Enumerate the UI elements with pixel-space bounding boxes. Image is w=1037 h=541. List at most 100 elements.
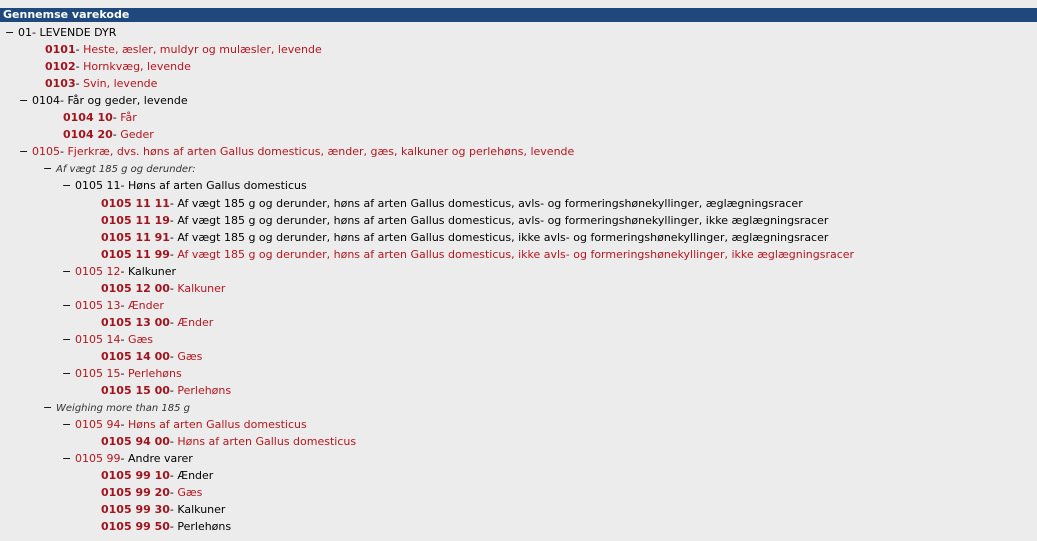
collapse-toggle-icon[interactable]: − xyxy=(62,416,75,433)
collapse-toggle-icon[interactable]: − xyxy=(43,160,56,177)
commodity-description[interactable]: Ænder xyxy=(128,299,164,312)
collapse-toggle-icon[interactable]: − xyxy=(62,263,75,280)
commodity-code[interactable]: 0105 15 xyxy=(75,367,121,380)
tree-leaf-row[interactable]: 0105 12 00- Kalkuner xyxy=(101,280,225,297)
commodity-code[interactable]: 0105 11 xyxy=(75,179,121,192)
tree-leaf-row[interactable]: 0105 11 99- Af vægt 185 g og derunder, h… xyxy=(101,246,854,263)
collapse-toggle-icon[interactable]: − xyxy=(19,92,32,109)
commodity-code[interactable]: 01 xyxy=(18,26,32,39)
commodity-description[interactable]: Af vægt 185 g og derunder, høns af arten… xyxy=(177,248,854,261)
tree-leaf-row[interactable]: 0105 99 30- Kalkuner xyxy=(101,501,225,518)
commodity-code[interactable]: 0105 99 30 xyxy=(101,503,170,516)
tree-leaf-row[interactable]: 0101- Heste, æsler, muldyr og mulæsler, … xyxy=(45,41,322,58)
collapse-toggle-icon[interactable]: − xyxy=(62,331,75,348)
commodity-description[interactable]: Perlehøns xyxy=(128,367,182,380)
commodity-code[interactable]: 0105 13 xyxy=(75,299,121,312)
commodity-description[interactable]: Kalkuner xyxy=(177,282,225,295)
tree-leaf-row[interactable]: 0105 11 91- Af vægt 185 g og derunder, h… xyxy=(101,229,828,246)
commodity-description[interactable]: Høns af arten Gallus domesticus xyxy=(177,435,356,448)
commodity-description[interactable]: LEVENDE DYR xyxy=(39,26,116,39)
commodity-code[interactable]: 0105 xyxy=(32,145,60,158)
tree-node-row[interactable]: −0105 94- Høns af arten Gallus domesticu… xyxy=(62,416,307,433)
commodity-description[interactable]: Fjerkræ, dvs. høns af arten Gallus domes… xyxy=(67,145,574,158)
commodity-code[interactable]: 0104 20 xyxy=(63,128,113,141)
tree-leaf-row[interactable]: 0105 11 11- Af vægt 185 g og derunder, h… xyxy=(101,195,803,212)
commodity-code[interactable]: 0105 12 xyxy=(75,265,121,278)
commodity-code[interactable]: 0101 xyxy=(45,43,76,56)
tree-node-row[interactable]: −0105 11- Høns af arten Gallus domesticu… xyxy=(62,177,307,194)
commodity-code[interactable]: 0105 99 xyxy=(75,452,121,465)
commodity-code[interactable]: 0102 xyxy=(45,60,76,73)
commodity-description[interactable]: Geder xyxy=(120,128,154,141)
tree-leaf-row[interactable]: 0105 14 00- Gæs xyxy=(101,348,202,365)
collapse-toggle-icon[interactable]: − xyxy=(62,297,75,314)
tree-node-row[interactable]: − Af vægt 185 g og derunder: xyxy=(43,160,196,177)
tree-leaf-row[interactable]: 0103- Svin, levende xyxy=(45,75,157,92)
commodity-description[interactable]: Gæs xyxy=(177,486,202,499)
commodity-description[interactable]: Får og geder, levende xyxy=(67,94,187,107)
commodity-description[interactable]: Høns af arten Gallus domesticus xyxy=(128,179,307,192)
commodity-description[interactable]: Ænder xyxy=(177,316,213,329)
tree-leaf-row[interactable]: 0105 15 00- Perlehøns xyxy=(101,382,231,399)
tree-leaf-row[interactable]: 0105 13 00- Ænder xyxy=(101,314,213,331)
commodity-description[interactable]: Af vægt 185 g og derunder, høns af arten… xyxy=(177,214,828,227)
commodity-description[interactable]: Gæs xyxy=(128,333,153,346)
commodity-description[interactable]: Perlehøns xyxy=(177,384,231,397)
commodity-code[interactable]: 0105 11 91 xyxy=(101,231,170,244)
tree-node-row[interactable]: −0105 12- Kalkuner xyxy=(62,263,176,280)
tree-leaf-row[interactable]: 0105 94 00- Høns af arten Gallus domesti… xyxy=(101,433,356,450)
commodity-code[interactable]: 0105 94 xyxy=(75,418,121,431)
commodity-code[interactable]: 0105 13 00 xyxy=(101,316,170,329)
commodity-code[interactable]: 0105 99 20 xyxy=(101,486,170,499)
commodity-description[interactable]: Heste, æsler, muldyr og mulæsler, levend… xyxy=(83,43,322,56)
tree-leaf-row[interactable]: 0102- Hornkvæg, levende xyxy=(45,58,191,75)
tree-node-row[interactable]: −0105- Fjerkræ, dvs. høns af arten Gallu… xyxy=(19,143,574,160)
commodity-description[interactable]: Kalkuner xyxy=(128,265,176,278)
collapse-toggle-icon[interactable]: − xyxy=(62,177,75,194)
tree-leaf-row[interactable]: 0105 99 20- Gæs xyxy=(101,484,202,501)
tree-leaf-row[interactable]: 0105 99 50- Perlehøns xyxy=(101,518,231,535)
commodity-description[interactable]: Andre varer xyxy=(128,452,193,465)
tree-node-row[interactable]: −0105 13- Ænder xyxy=(62,297,164,314)
commodity-code[interactable]: 0105 94 00 xyxy=(101,435,170,448)
collapse-toggle-icon[interactable]: − xyxy=(19,143,32,160)
commodity-code[interactable]: 0105 99 50 xyxy=(101,520,170,533)
commodity-code[interactable]: 0105 14 00 xyxy=(101,350,170,363)
collapse-toggle-icon[interactable]: − xyxy=(5,24,18,41)
commodity-description[interactable]: Kalkuner xyxy=(177,503,225,516)
tree-node-row[interactable]: −0105 15- Perlehøns xyxy=(62,365,182,382)
collapse-toggle-icon[interactable]: − xyxy=(43,399,56,416)
commodity-description[interactable]: Hornkvæg, levende xyxy=(83,60,191,73)
commodity-code[interactable]: 0105 11 19 xyxy=(101,214,170,227)
collapse-toggle-icon[interactable]: − xyxy=(62,450,75,467)
panel-title: Gennemse varekode xyxy=(0,8,1037,22)
tree-node-row[interactable]: −0105 99- Andre varer xyxy=(62,450,193,467)
commodity-code[interactable]: 0104 xyxy=(32,94,60,107)
collapse-toggle-icon[interactable]: − xyxy=(62,365,75,382)
commodity-description[interactable]: Ænder xyxy=(177,469,213,482)
tree-node-row[interactable]: − Weighing more than 185 g xyxy=(43,399,190,416)
tree-leaf-row[interactable]: 0104 20- Geder xyxy=(63,126,154,143)
commodity-description[interactable]: Perlehøns xyxy=(177,520,231,533)
commodity-description[interactable]: Høns af arten Gallus domesticus xyxy=(128,418,307,431)
tree-leaf-row[interactable]: 0104 10- Får xyxy=(63,109,137,126)
commodity-code[interactable]: 0105 14 xyxy=(75,333,121,346)
commodity-description[interactable]: Af vægt 185 g og derunder, høns af arten… xyxy=(177,231,828,244)
commodity-description[interactable]: Gæs xyxy=(177,350,202,363)
tree-node-row[interactable]: −0104- Får og geder, levende xyxy=(19,92,188,109)
commodity-code[interactable]: 0104 10 xyxy=(63,111,113,124)
commodity-code[interactable]: 0105 15 00 xyxy=(101,384,170,397)
commodity-code[interactable]: 0105 99 10 xyxy=(101,469,170,482)
tree-node-row[interactable]: −01- LEVENDE DYR xyxy=(5,24,116,41)
commodity-code[interactable]: 0105 11 11 xyxy=(101,197,170,210)
commodity-code[interactable]: 0105 11 99 xyxy=(101,248,170,261)
commodity-description[interactable]: Svin, levende xyxy=(83,77,157,90)
code-separator: - xyxy=(120,179,128,193)
tree-leaf-row[interactable]: 0105 99 10- Ænder xyxy=(101,467,213,484)
tree-node-row[interactable]: −0105 14- Gæs xyxy=(62,331,153,348)
tree-leaf-row[interactable]: 0105 11 19- Af vægt 185 g og derunder, h… xyxy=(101,212,828,229)
commodity-description[interactable]: Af vægt 185 g og derunder, høns af arten… xyxy=(177,197,802,210)
commodity-code[interactable]: 0105 12 00 xyxy=(101,282,170,295)
commodity-description[interactable]: Får xyxy=(120,111,137,124)
commodity-code[interactable]: 0103 xyxy=(45,77,76,90)
